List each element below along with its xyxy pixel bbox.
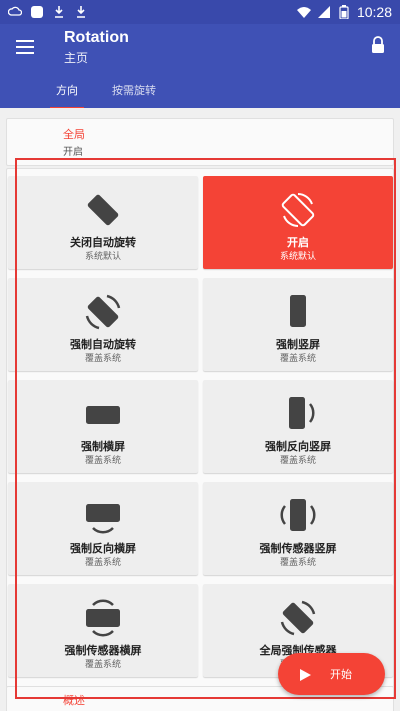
mode-label: 强制横屏 (81, 440, 125, 453)
phone-sensor-portrait-icon (278, 496, 318, 536)
mode-tile-enable[interactable]: 开启 系统默认 (203, 176, 393, 269)
start-button-label: 开始 (330, 668, 352, 681)
global-title: 全局 (63, 128, 85, 141)
mode-label: 强制自动旋转 (70, 338, 136, 351)
app-title: Rotation (64, 29, 129, 46)
phone-landscape-icon (83, 394, 123, 434)
wifi-icon (296, 5, 311, 19)
phone-portrait-icon (278, 292, 318, 332)
phone-reverse-portrait-icon (278, 394, 318, 434)
app-bar: Rotation 主页 方向 按需旋转 (0, 24, 400, 109)
global-value: 开启 (63, 147, 83, 158)
mode-label: 关闭自动旋转 (70, 236, 136, 249)
mode-note: 覆盖系统 (84, 354, 121, 364)
clock: 10:28 (356, 4, 392, 20)
mode-note: 覆盖系统 (84, 660, 121, 670)
global-setting-row[interactable]: 全局 开启 (6, 118, 394, 166)
lock-icon[interactable] (370, 36, 386, 54)
mode-note: 系统默认 (84, 252, 121, 262)
tab-on-demand-rotation[interactable]: 按需旋转 (106, 78, 162, 106)
mode-tile-force-portrait[interactable]: 强制竖屏 覆盖系统 (203, 278, 393, 371)
menu-icon[interactable] (14, 36, 36, 58)
mode-tile-force-sensor-portrait[interactable]: 强制传感器竖屏 覆盖系统 (203, 482, 393, 575)
mode-label: 强制传感器横屏 (64, 644, 142, 657)
phone-tilted-icon (83, 190, 123, 230)
phone-sensor-global-icon (278, 598, 318, 638)
notification-cloud-icon (8, 5, 22, 19)
play-icon (298, 667, 312, 681)
mode-label: 强制传感器竖屏 (259, 542, 337, 555)
content: 全局 开启 关闭自动旋转 系统默认 开启 系统默认 强制自动旋转 覆盖系统 强制… (0, 108, 400, 711)
tab-bar: 方向 按需旋转 (50, 78, 162, 109)
mode-tile-force-reverse-portrait[interactable]: 强制反向竖屏 覆盖系统 (203, 380, 393, 473)
status-bar: 10:28 (0, 0, 400, 24)
mode-label: 强制反向横屏 (70, 542, 136, 555)
start-button[interactable]: 开始 (278, 653, 385, 695)
mode-label: 强制竖屏 (276, 338, 320, 351)
mode-note: 系统默认 (279, 252, 316, 262)
mode-tile-disable-auto-rotate[interactable]: 关闭自动旋转 系统默认 (8, 176, 198, 269)
mode-tile-force-sensor-landscape[interactable]: 强制传感器横屏 覆盖系统 (8, 584, 198, 677)
signal-icon (317, 5, 331, 19)
orientation-grid: 关闭自动旋转 系统默认 开启 系统默认 强制自动旋转 覆盖系统 强制竖屏 覆盖系… (6, 168, 394, 688)
download-icon (52, 5, 66, 19)
phone-force-auto-icon (83, 292, 123, 332)
phone-auto-rotate-icon (278, 190, 318, 230)
app-subtitle: 主页 (64, 51, 89, 65)
mode-tile-force-auto-rotate[interactable]: 强制自动旋转 覆盖系统 (8, 278, 198, 371)
mode-note: 覆盖系统 (279, 558, 316, 568)
mode-note: 覆盖系统 (84, 456, 121, 466)
phone-sensor-landscape-icon (83, 598, 123, 638)
mode-note: 覆盖系统 (279, 354, 316, 364)
mode-note: 覆盖系统 (84, 558, 121, 568)
download-icon (74, 5, 88, 19)
phone-reverse-landscape-icon (83, 496, 123, 536)
mode-tile-force-reverse-landscape[interactable]: 强制反向横屏 覆盖系统 (8, 482, 198, 575)
mode-tile-force-landscape[interactable]: 强制横屏 覆盖系统 (8, 380, 198, 473)
battery-icon (337, 5, 351, 19)
tab-orientation[interactable]: 方向 (50, 78, 84, 109)
notification-app-icon (30, 5, 44, 19)
mode-note: 覆盖系统 (279, 456, 316, 466)
overview-title: 概述 (63, 694, 85, 707)
mode-label: 开启 (287, 236, 309, 249)
mode-label: 强制反向竖屏 (265, 440, 331, 453)
